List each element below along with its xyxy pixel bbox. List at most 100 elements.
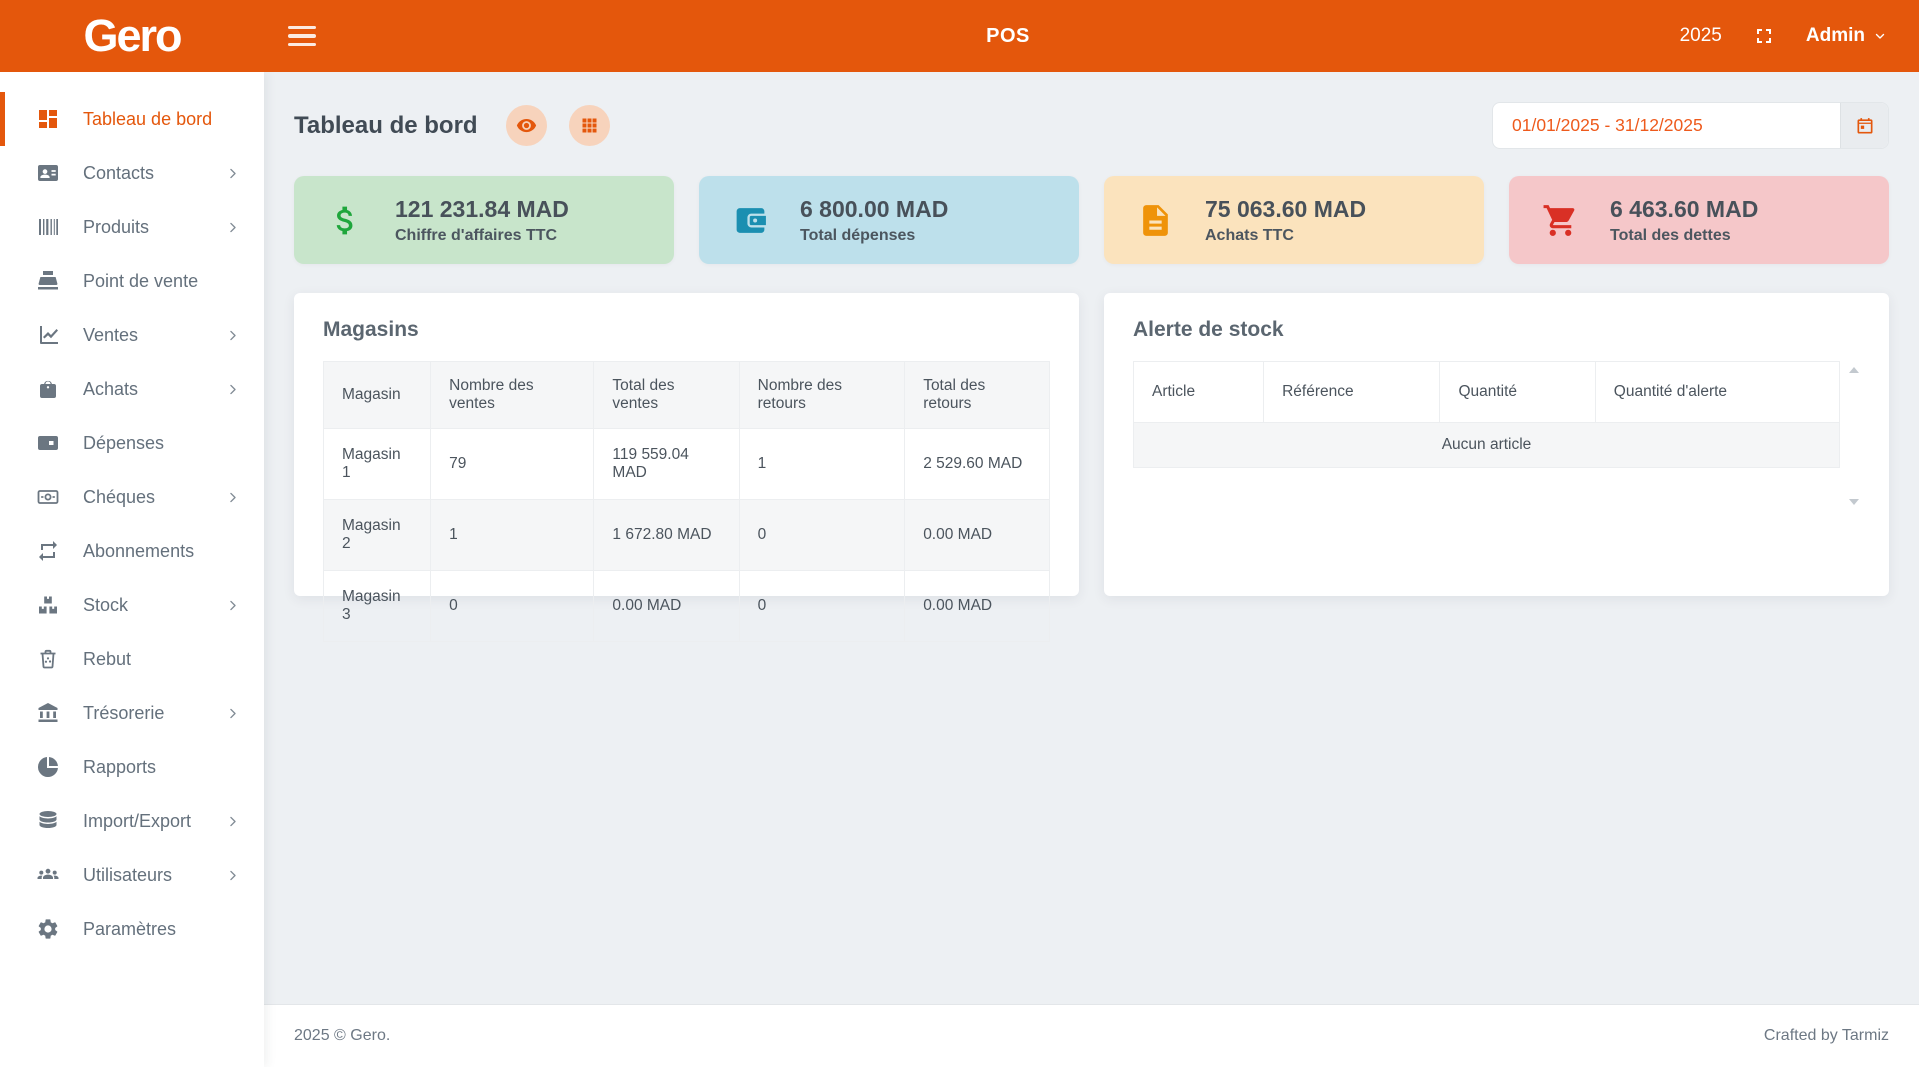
sidebar-item-produits[interactable]: Produits (0, 200, 264, 254)
scrollbar[interactable] (1848, 367, 1860, 505)
sidebar-item-stock[interactable]: Stock (0, 578, 264, 632)
panels: Magasins MagasinNombre des ventesTotal d… (294, 293, 1889, 596)
grid-icon (579, 115, 600, 136)
repeat-icon (36, 539, 60, 563)
table-cell: 0 (739, 500, 905, 571)
trash-icon (36, 647, 60, 671)
sidebar-item-point-de-vente[interactable]: Point de vente (0, 254, 264, 308)
sidebar-item-rebut[interactable]: Rebut (0, 632, 264, 686)
stat-card-value: 6 800.00 MAD (800, 196, 948, 223)
chevron-right-icon (225, 490, 240, 505)
sidebar-item-label: Utilisateurs (83, 865, 172, 886)
table-header-row: ArticleRéférenceQuantitéQuantité d'alert… (1134, 362, 1840, 423)
stock-alert-title: Alerte de stock (1133, 318, 1860, 342)
date-range-input[interactable] (1493, 103, 1840, 148)
year-label: 2025 (1680, 25, 1722, 47)
boxes-icon (36, 593, 60, 617)
column-header: Quantité (1440, 362, 1595, 423)
sidebar-item-contacts[interactable]: Contacts (0, 146, 264, 200)
footer-credit: Crafted by Tarmiz (1764, 1027, 1889, 1045)
sidebar-item-ventes[interactable]: Ventes (0, 308, 264, 362)
table-header-row: MagasinNombre des ventesTotal des ventes… (324, 362, 1050, 429)
sidebar-item-label: Paramètres (83, 919, 176, 940)
sidebar-item-utilisateurs[interactable]: Utilisateurs (0, 848, 264, 902)
footer: 2025 © Gero. Crafted by Tarmiz (264, 1004, 1919, 1067)
table-cell: 1 672.80 MAD (594, 500, 739, 571)
sidebar-item-rapports[interactable]: Rapports (0, 740, 264, 794)
sidebar-item-import-export[interactable]: Import/Export (0, 794, 264, 848)
sidebar-item-parametres[interactable]: Paramètres (0, 902, 264, 956)
table-cell: Magasin 3 (324, 571, 431, 642)
stat-card-label: Total dépenses (800, 227, 948, 245)
table-row: Magasin 300.00 MAD00.00 MAD (324, 571, 1050, 642)
empty-state-message: Aucun article (1134, 423, 1840, 468)
sidebar-item-label: Ventes (83, 325, 138, 346)
table-cell: 1 (739, 429, 905, 500)
wallet-icon (36, 431, 60, 455)
visibility-button[interactable] (506, 105, 547, 146)
sidebar-item-tresorerie[interactable]: Trésorerie (0, 686, 264, 740)
chevron-right-icon (225, 706, 240, 721)
sidebar-item-label: Contacts (83, 163, 154, 184)
sidebar-item-label: Achats (83, 379, 138, 400)
scroll-down-icon[interactable] (1849, 499, 1859, 505)
stat-card-chiffre-d-affaires-ttc: 121 231.84 MAD Chiffre d'affaires TTC (294, 176, 674, 264)
table-row: Magasin 211 672.80 MAD00.00 MAD (324, 500, 1050, 571)
magasins-panel: Magasins MagasinNombre des ventesTotal d… (294, 293, 1079, 596)
empty-row: Aucun article (1134, 423, 1840, 468)
stat-cards: 121 231.84 MAD Chiffre d'affaires TTC 6 … (294, 176, 1889, 264)
sidebar-item-abonnements[interactable]: Abonnements (0, 524, 264, 578)
stat-card-value: 121 231.84 MAD (395, 196, 569, 223)
chevron-right-icon (225, 814, 240, 829)
magasins-table: MagasinNombre des ventesTotal des ventes… (323, 361, 1050, 642)
dashboard-icon (36, 107, 60, 131)
app: Gero POS 2025 Admin Tableau de bord Cont… (0, 0, 1919, 1067)
sidebar: Tableau de bord Contacts Produits Point … (0, 72, 264, 1067)
barcode-icon (36, 215, 60, 239)
column-header: Quantité d'alerte (1595, 362, 1839, 423)
calendar-button[interactable] (1840, 103, 1888, 148)
bank-icon (36, 701, 60, 725)
sidebar-item-tableau-de-bord[interactable]: Tableau de bord (0, 92, 264, 146)
stat-card-total-des-dettes: 6 463.60 MAD Total des dettes (1509, 176, 1889, 264)
sidebar-item-depenses[interactable]: Dépenses (0, 416, 264, 470)
table-cell: 0 (739, 571, 905, 642)
page-title: Tableau de bord (294, 112, 478, 140)
magasins-title: Magasins (323, 318, 1050, 342)
sidebar-item-label: Trésorerie (83, 703, 164, 724)
chevron-right-icon (225, 598, 240, 613)
main-content: Tableau de bord (264, 72, 1919, 1004)
stat-card-value: 75 063.60 MAD (1205, 196, 1366, 223)
scroll-up-icon[interactable] (1849, 367, 1859, 373)
sidebar-item-label: Abonnements (83, 541, 194, 562)
brand-logo[interactable]: Gero (0, 10, 264, 62)
table-cell: 0.00 MAD (905, 500, 1050, 571)
table-cell: 119 559.04 MAD (594, 429, 739, 500)
table-cell: Magasin 1 (324, 429, 431, 500)
table-cell: 0.00 MAD (905, 571, 1050, 642)
eye-icon (516, 115, 537, 136)
sidebar-item-label: Import/Export (83, 811, 191, 832)
sidebar-item-label: Rebut (83, 649, 131, 670)
stat-card-value: 6 463.60 MAD (1610, 196, 1758, 223)
column-header: Total des retours (905, 362, 1050, 429)
table-cell: 79 (431, 429, 594, 500)
sidebar-item-cheques[interactable]: Chéques (0, 470, 264, 524)
column-header: Nombre des retours (739, 362, 905, 429)
user-menu[interactable]: Admin (1806, 25, 1887, 47)
table-cell: 1 (431, 500, 594, 571)
page-header: Tableau de bord (294, 102, 1889, 149)
sidebar-menu: Tableau de bord Contacts Produits Point … (0, 92, 264, 956)
table-cell: 2 529.60 MAD (905, 429, 1050, 500)
sidebar-item-achats[interactable]: Achats (0, 362, 264, 416)
topbar: Gero POS 2025 Admin (0, 0, 1919, 72)
stat-card-achats-ttc: 75 063.60 MAD Achats TTC (1104, 176, 1484, 264)
column-header: Total des ventes (594, 362, 739, 429)
table-cell: 0.00 MAD (594, 571, 739, 642)
stat-card-label: Chiffre d'affaires TTC (395, 227, 569, 245)
walletcard-icon (732, 202, 769, 239)
fullscreen-button[interactable] (1752, 24, 1776, 48)
widgets-button[interactable] (569, 105, 610, 146)
hamburger-icon[interactable] (288, 26, 316, 47)
sidebar-item-label: Stock (83, 595, 128, 616)
